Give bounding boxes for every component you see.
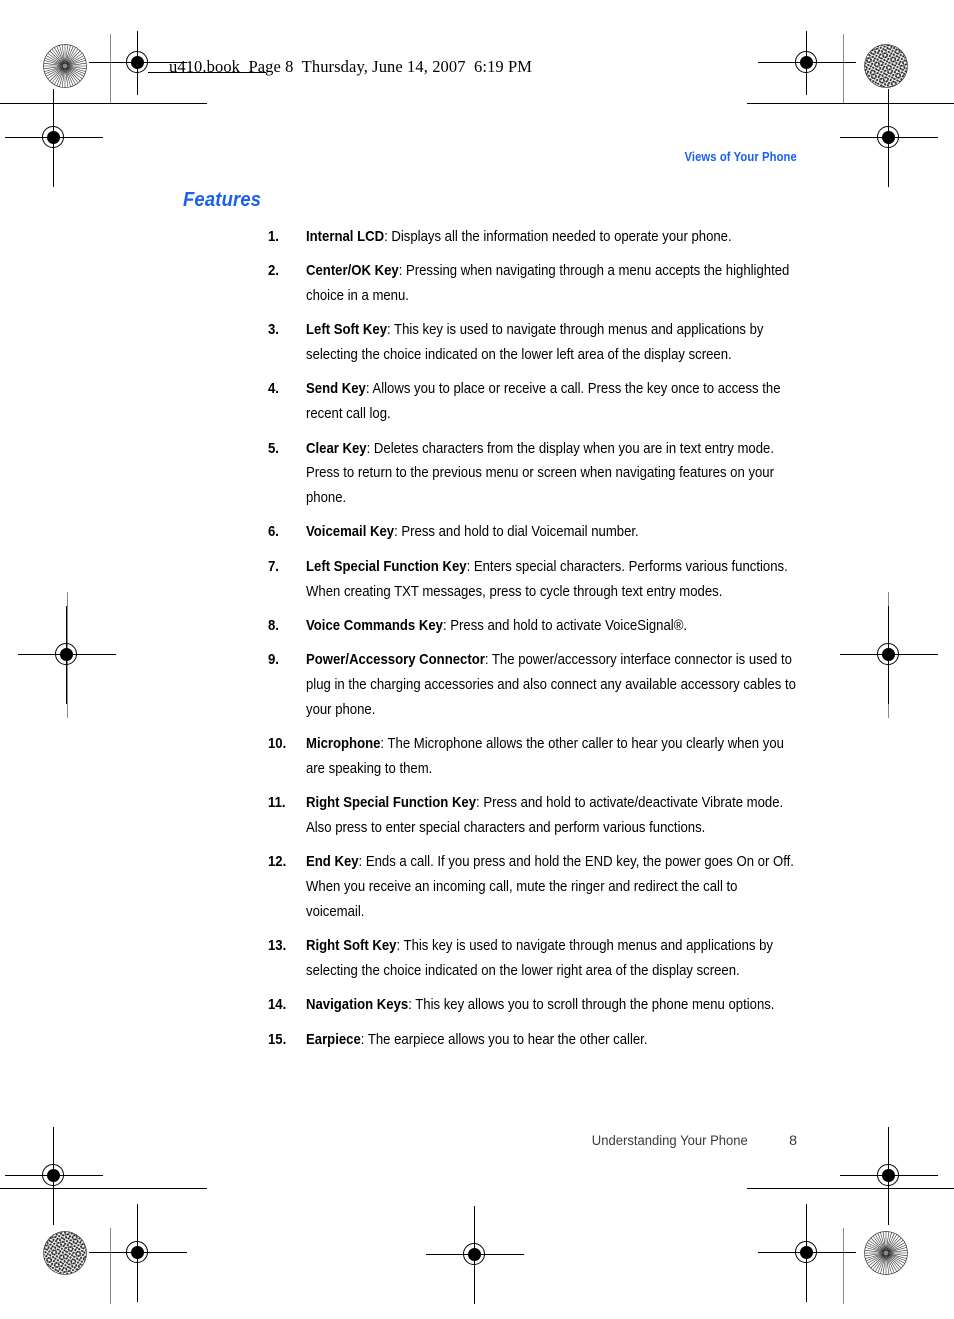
list-item-number: 10. (268, 736, 287, 753)
list-item-number: 12. (268, 854, 287, 871)
list-item-body: Right Soft Key: This key is used to navi… (306, 934, 799, 984)
list-item: 8. Voice Commands Key: Press and hold to … (268, 614, 854, 639)
crop-rule-top-left-vertical (110, 34, 111, 104)
crop-rule-top-right-horizontal (747, 103, 954, 105)
list-item-number: 11. (268, 795, 286, 812)
list-item-term: Earpiece (306, 1031, 361, 1048)
list-item-description: : Ends a call. If you press and hold the… (306, 854, 794, 920)
list-item-number: 1. (268, 229, 279, 245)
list-item: 2. Center/OK Key: Pressing when navigatin… (268, 259, 854, 309)
list-item-term: Clear Key (306, 440, 367, 457)
crop-rule-bottom-right-horizontal (747, 1188, 954, 1190)
rosette-target-top-left (43, 44, 87, 88)
list-item-description: : Press and hold to dial Voicemail numbe… (394, 524, 639, 541)
list-item: 13. Right Soft Key: This key is used to n… (268, 934, 854, 984)
print-filename-header: u410.book Page 8 Thursday, June 14, 2007… (169, 57, 533, 76)
list-item-body: End Key: Ends a call. If you press and h… (306, 850, 799, 924)
list-item-term: Right Special Function Key (306, 795, 477, 812)
registration-mark-top-left-inner (89, 31, 187, 95)
list-item-number: 5. (268, 440, 279, 457)
list-item-term: Center/OK Key (306, 263, 399, 280)
list-item-number: 8. (268, 617, 279, 634)
crop-rule-top-right-vertical (843, 34, 844, 104)
list-item-body: Left Soft Key: This key is used to navig… (306, 318, 799, 368)
list-item-term: Internal LCD (306, 229, 385, 245)
list-item-number: 13. (268, 938, 287, 955)
list-item-description: : Displays all the information needed to… (384, 229, 732, 245)
list-item: 11. Right Special Function Key: Press and… (268, 791, 854, 841)
list-item-term: Navigation Keys (306, 997, 409, 1014)
list-item-number: 7. (268, 558, 279, 575)
crop-rule-top-left-horizontal (0, 103, 207, 105)
registration-mark-top-right-inner (758, 31, 856, 95)
list-item: 12. End Key: Ends a call. If you press an… (268, 850, 854, 924)
list-item-term: Power/Accessory Connector (306, 652, 485, 669)
crop-rule-bottom-right-vertical (843, 1228, 844, 1304)
list-item-number: 15. (268, 1031, 287, 1048)
list-item: 6. Voicemail Key: Press and hold to dial … (268, 520, 854, 545)
rosette-target-top-right (864, 44, 908, 88)
list-item-description: : The earpiece allows you to hear the ot… (360, 1031, 648, 1048)
list-item: 15. Earpiece: The earpiece allows you to … (268, 1028, 854, 1053)
list-item: 4. Send Key: Allows you to place or recei… (268, 377, 854, 427)
list-item-body: Microphone: The Microphone allows the ot… (306, 732, 799, 782)
rosette-target-bottom-right (864, 1231, 908, 1275)
list-item-body: Clear Key: Deletes characters from the d… (306, 437, 799, 511)
running-head: Views of Your Phone (684, 150, 797, 164)
list-item: 3. Left Soft Key: This key is used to nav… (268, 318, 854, 368)
list-item-term: Microphone (306, 736, 381, 753)
list-item-number: 14. (268, 997, 287, 1014)
list-item-body: Center/OK Key: Pressing when navigating … (306, 259, 799, 309)
list-item-description: : Allows you to place or receive a call.… (306, 381, 781, 423)
list-item: 14. Navigation Keys: This key allows you … (268, 993, 854, 1018)
registration-mark-left-middle (18, 606, 116, 704)
registration-mark-bottom-left-inner (89, 1204, 187, 1302)
list-item-term: Voicemail Key (306, 524, 395, 541)
list-item-description: : This key allows you to scroll through … (408, 997, 775, 1014)
list-item: 9. Power/Accessory Connector: The power/a… (268, 648, 854, 722)
page-title: Features (183, 189, 262, 212)
list-item-term: Left Special Function Key (306, 558, 467, 575)
list-item-body: Left Special Function Key: Enters specia… (306, 555, 799, 605)
list-item-description: : Press and hold to activate VoiceSignal… (442, 617, 688, 634)
list-item-description: : Deletes characters from the display wh… (306, 440, 774, 507)
registration-mark-lower-left-outer (5, 1127, 103, 1225)
list-item-number: 3. (268, 322, 279, 339)
list-item-body: Internal LCD: Displays all the informati… (306, 225, 799, 250)
list-item-body: Earpiece: The earpiece allows you to hea… (306, 1028, 799, 1053)
registration-mark-upper-right-outer (840, 89, 938, 187)
list-item-number: 4. (268, 381, 279, 398)
list-item-number: 9. (268, 652, 279, 669)
list-item-term: Left Soft Key (306, 322, 387, 339)
footer-page-number: 8 (789, 1133, 797, 1149)
list-item: 7. Left Special Function Key: Enters spec… (268, 555, 854, 605)
crop-rule-bottom-left-vertical (110, 1228, 111, 1304)
list-item-body: Power/Accessory Connector: The power/acc… (306, 648, 799, 722)
list-item-term: Voice Commands Key (306, 617, 443, 634)
list-item: 10. Microphone: The Microphone allows the… (268, 732, 854, 782)
list-item-term: End Key (306, 854, 359, 871)
registration-mark-upper-left-outer (5, 89, 103, 187)
list-item-body: Voice Commands Key: Press and hold to ac… (306, 614, 799, 639)
list-item-body: Right Special Function Key: Press and ho… (306, 791, 799, 841)
registration-mark-lower-right-outer (840, 1127, 938, 1225)
list-item-term: Right Soft Key (306, 938, 397, 955)
list-item-term: Send Key (306, 381, 366, 398)
list-item: 1. Internal LCD: Displays all the informa… (268, 225, 854, 250)
list-item: 5. Clear Key: Deletes characters from the… (268, 437, 854, 511)
footer-chapter-name: Understanding Your Phone (592, 1133, 749, 1149)
features-list: 1. Internal LCD: Displays all the informa… (228, 225, 854, 1062)
list-item-body: Navigation Keys: This key allows you to … (306, 993, 799, 1018)
list-item-body: Send Key: Allows you to place or receive… (306, 377, 799, 427)
list-item-number: 6. (268, 524, 279, 541)
list-item-body: Voicemail Key: Press and hold to dial Vo… (306, 520, 799, 545)
registration-mark-bottom-right-inner (758, 1204, 856, 1302)
registration-mark-bottom-center (426, 1206, 524, 1304)
list-item-number: 2. (268, 263, 279, 280)
rosette-target-bottom-left (43, 1231, 87, 1275)
registration-mark-right-middle (840, 606, 938, 704)
